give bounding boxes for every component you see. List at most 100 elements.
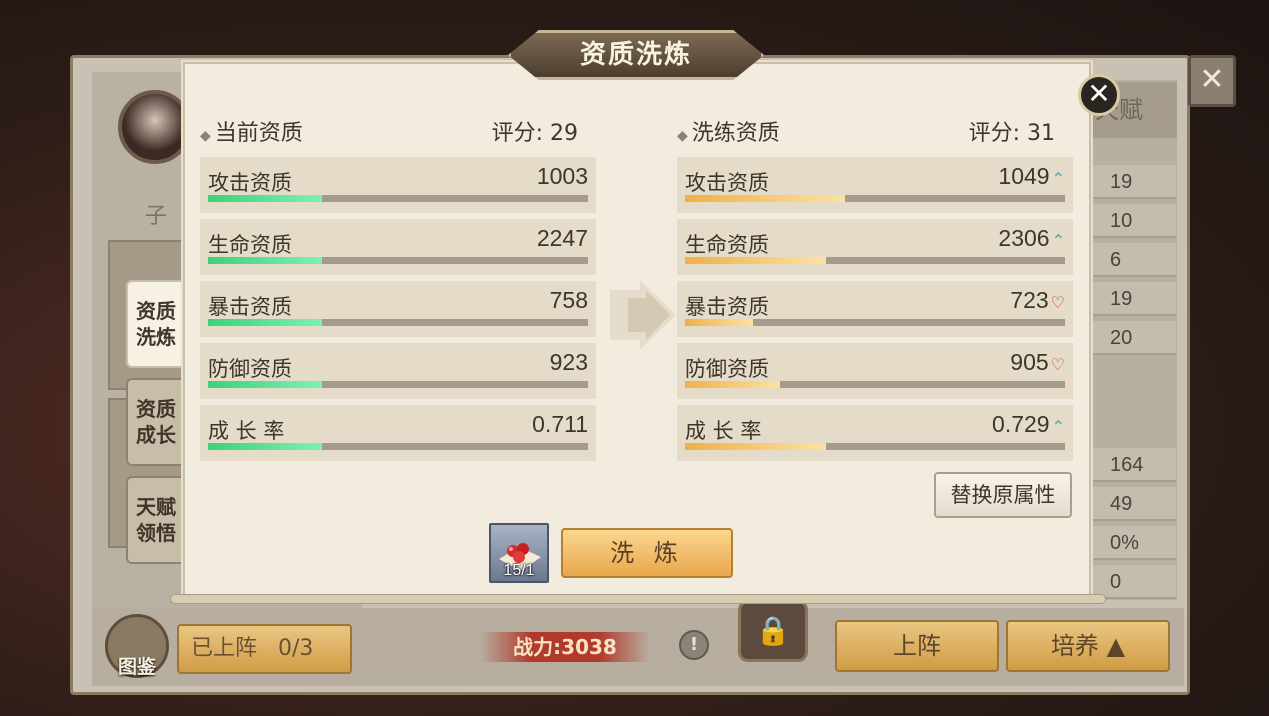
deployed-label: 已上阵 xyxy=(191,636,258,661)
close-button[interactable]: ✕ xyxy=(1078,74,1120,116)
stat-bar xyxy=(685,443,1065,450)
current-score: 评分: 29 xyxy=(491,121,578,146)
stat-name: 成 长 率 xyxy=(208,419,285,443)
stat-row: 防御资质 923 xyxy=(200,343,596,402)
tab-label: 资质 xyxy=(136,397,176,421)
stat-value: 1003 xyxy=(536,163,588,189)
stat-row: 暴击资质 723 ♡ xyxy=(677,281,1073,340)
bg-stat-value: 0% xyxy=(1088,526,1176,560)
stat-name: 攻击资质 xyxy=(685,171,769,195)
tab-talent-comprehend[interactable]: 天赋 领悟 xyxy=(126,476,184,564)
deployed-button[interactable]: 已上阵 0/3 xyxy=(177,624,352,674)
stat-value-wrap: 1049 ⌃ xyxy=(998,163,1065,190)
lock-icon[interactable]: 🔒 xyxy=(738,600,808,662)
stat-bar-fill xyxy=(685,257,826,264)
stat-bar-fill xyxy=(208,381,322,388)
stat-value: 723 xyxy=(1010,287,1049,313)
stat-bar xyxy=(685,195,1065,202)
refine-button[interactable]: 洗 炼 xyxy=(561,528,733,578)
stat-value-wrap: 758 xyxy=(550,287,588,314)
bg-stat-value: 19 xyxy=(1088,165,1176,199)
background-close-button[interactable]: ✕ xyxy=(1188,55,1236,107)
stat-row: 生命资质 2306 ⌃ xyxy=(677,219,1073,278)
stat-row: 防御资质 905 ♡ xyxy=(677,343,1073,402)
stat-bar xyxy=(685,319,1065,326)
stat-value-wrap: 723 ♡ xyxy=(1010,287,1065,314)
stat-value: 0.729 xyxy=(992,411,1050,437)
handbook-button[interactable]: 图鉴 xyxy=(105,614,169,678)
stat-row: 成 长 率 0.729 ⌃ xyxy=(677,405,1073,464)
diamond-icon: ◆ xyxy=(200,128,211,144)
tab-label: 成长 xyxy=(136,423,176,447)
train-button[interactable]: 培养 ▲ xyxy=(1006,620,1170,672)
tab-label: 洗炼 xyxy=(136,325,176,349)
deploy-button[interactable]: 上阵 xyxy=(835,620,999,672)
tab-aptitude-refine[interactable]: 资质 洗炼 xyxy=(126,280,184,368)
stat-bar-fill xyxy=(685,319,754,326)
stat-name: 攻击资质 xyxy=(208,171,292,195)
scroll-rod xyxy=(170,594,1106,604)
deployed-count: 0/3 xyxy=(278,636,314,661)
bg-stat-value: 10 xyxy=(1088,204,1176,238)
stat-bar-fill xyxy=(208,195,322,202)
stat-value: 2306 xyxy=(998,225,1050,251)
stat-bar xyxy=(685,381,1065,388)
stat-name: 暴击资质 xyxy=(208,295,292,319)
stat-value-wrap: 0.729 ⌃ xyxy=(992,411,1065,438)
current-aptitude-title: 当前资质 xyxy=(214,121,303,146)
stat-bar xyxy=(208,195,588,202)
stat-value-wrap: 1003 xyxy=(537,163,588,190)
stat-bar xyxy=(685,257,1065,264)
tab-label: 资质 xyxy=(136,299,176,323)
current-aptitude-header: ◆ 当前资质 评分: 29 xyxy=(200,118,596,150)
stat-row: 成 长 率 0.711 xyxy=(200,405,596,464)
chevron-up-icon: ▲ xyxy=(1106,632,1126,660)
stat-bar-fill xyxy=(208,319,322,326)
bg-stat-value: 19 xyxy=(1088,282,1176,316)
stat-name: 暴击资质 xyxy=(685,295,769,319)
trend-up-icon: ⌃ xyxy=(1051,419,1065,436)
stat-bar xyxy=(208,443,588,450)
arrow-right-icon xyxy=(610,280,676,350)
stat-bar-fill xyxy=(208,443,322,450)
stat-bar-fill xyxy=(208,257,322,264)
stat-value-wrap: 923 xyxy=(550,349,588,376)
trend-up-icon: ⌃ xyxy=(1051,233,1065,250)
stat-row: 攻击资质 1003 xyxy=(200,157,596,216)
trend-up-icon: ⌃ xyxy=(1051,171,1065,188)
bg-stat-value: 6 xyxy=(1088,243,1176,277)
stat-value: 923 xyxy=(549,349,588,375)
stat-name: 成 长 率 xyxy=(685,419,762,443)
stat-name: 生命资质 xyxy=(208,233,292,257)
bg-stat-value: 20 xyxy=(1088,321,1176,355)
stat-name: 防御资质 xyxy=(208,357,292,381)
refined-aptitude-title: 洗练资质 xyxy=(691,121,780,146)
trend-down-icon: ♡ xyxy=(1050,357,1065,374)
hero-name: 子 xyxy=(145,204,168,229)
stat-value: 905 xyxy=(1010,349,1049,375)
refined-score: 评分: 31 xyxy=(968,121,1055,146)
diamond-icon: ◆ xyxy=(677,128,688,144)
train-label: 培养 xyxy=(1050,632,1099,660)
close-icon: ✕ xyxy=(1087,77,1111,110)
dialog-title: 资质洗炼 xyxy=(508,30,764,80)
material-count: 15/1 xyxy=(503,562,535,579)
stat-bar-fill xyxy=(685,195,845,202)
stat-row: 生命资质 2247 xyxy=(200,219,596,278)
stat-row: 攻击资质 1049 ⌃ xyxy=(677,157,1073,216)
stat-value-wrap: 905 ♡ xyxy=(1010,349,1065,376)
stat-value-wrap: 0.711 xyxy=(532,411,588,438)
replace-attributes-button[interactable]: 替换原属性 xyxy=(934,472,1072,518)
info-icon[interactable]: ! xyxy=(679,630,709,660)
stat-value: 2247 xyxy=(536,225,588,251)
stat-value: 758 xyxy=(549,287,588,313)
tab-label: 领悟 xyxy=(136,521,176,545)
tab-label: 天赋 xyxy=(136,495,176,519)
stat-bar xyxy=(208,381,588,388)
combat-power: 战力:3038 xyxy=(480,632,650,662)
stat-bar-fill xyxy=(685,381,780,388)
stat-bar xyxy=(208,257,588,264)
stat-value: 1049 xyxy=(998,163,1050,189)
refined-aptitude-header: ◆ 洗练资质 评分: 31 xyxy=(677,118,1073,150)
tab-aptitude-growth[interactable]: 资质 成长 xyxy=(126,378,184,466)
